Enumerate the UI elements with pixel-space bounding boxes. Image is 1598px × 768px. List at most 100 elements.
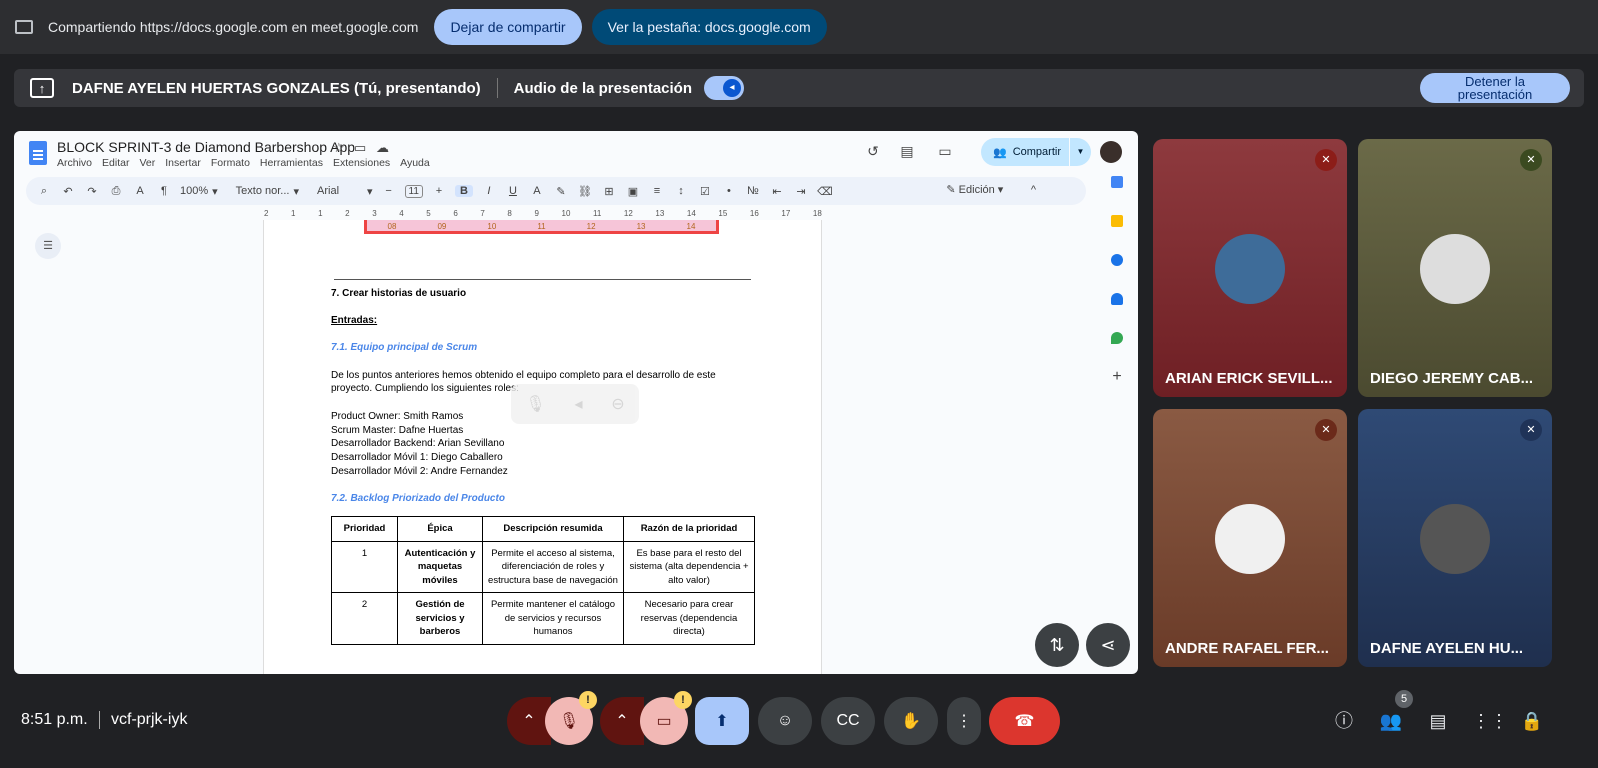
increase-indent-icon[interactable]: ⇥ (793, 185, 809, 198)
menu-file[interactable]: Archivo (57, 157, 92, 169)
ruler-tick: 7 (480, 209, 485, 218)
minus-circle-icon[interactable]: ⊖ (611, 394, 624, 414)
document-title[interactable]: BLOCK SPRINT-3 de Diamond Barbershop App (57, 139, 355, 155)
print-icon[interactable]: ⎙ (108, 185, 124, 198)
bullet-list-icon[interactable]: • (721, 185, 737, 197)
menu-format[interactable]: Formato (211, 157, 250, 169)
search-icon[interactable]: ⌕ (36, 185, 52, 198)
role-line: Desarrollador Backend: Arian Sevillano (331, 438, 505, 449)
section-heading: 7. Crear historias de usuario (331, 288, 467, 299)
folder-icon[interactable]: ▭ (354, 140, 366, 156)
captions-icon: CC (836, 712, 860, 729)
link-icon[interactable]: ⛓ (577, 185, 593, 198)
docs-share-button[interactable]: 👥 Compartir ▼ (981, 138, 1091, 166)
italic-icon[interactable]: I (481, 185, 497, 197)
spellcheck-icon[interactable]: A (132, 185, 148, 197)
chat-icon[interactable]: ▤ (1425, 708, 1451, 734)
highlight-icon[interactable]: ✎ (553, 185, 569, 198)
font-select[interactable]: Arial ▾ (317, 185, 373, 198)
mic-off-icon[interactable]: 🎙 (525, 394, 545, 414)
chevron-down-icon[interactable]: ▼ (1069, 138, 1091, 166)
zoom-select[interactable]: 100% ▾ (180, 185, 218, 198)
comment-icon[interactable]: ⊞ (601, 185, 617, 198)
swap-tab-icon[interactable]: ⇅ (1035, 623, 1079, 667)
redo-icon[interactable]: ↷ (84, 185, 100, 198)
history-icon[interactable]: ↺ (864, 142, 882, 160)
clear-format-icon[interactable]: ⌫ (817, 185, 833, 198)
star-icon[interactable]: ☆ (333, 140, 345, 156)
avatar (1215, 234, 1285, 304)
checklist-icon[interactable]: ☑ (697, 185, 713, 198)
outline-toggle-icon[interactable]: ☰ (35, 233, 61, 259)
menu-insert[interactable]: Insertar (165, 157, 201, 169)
undo-icon[interactable]: ↶ (60, 185, 76, 198)
ruler-tick: 14 (686, 209, 696, 218)
decrease-size-icon[interactable]: − (381, 185, 397, 197)
stop-sharing-button[interactable]: Dejar de compartir (434, 9, 582, 45)
cloud-icon[interactable]: ☁ (376, 140, 389, 156)
info-icon[interactable]: ⓘ (1331, 708, 1357, 734)
ruler-tick: 13 (655, 209, 665, 218)
document-page[interactable]: 08 09 10 11 12 13 14 7. Crear historias … (263, 220, 822, 674)
avatar (1420, 504, 1490, 574)
participant-name: ANDRE RAFAEL FER... (1165, 640, 1329, 657)
comments-icon[interactable]: ▤ (898, 142, 916, 160)
leave-call-button[interactable]: ☎ (989, 697, 1060, 745)
underline-icon[interactable]: U (505, 185, 521, 197)
contacts-icon[interactable] (1111, 293, 1123, 305)
raise-hand-button[interactable]: ✋ (884, 697, 938, 745)
keep-icon[interactable] (1111, 215, 1123, 227)
present-icon: ↑ (30, 78, 54, 98)
style-select[interactable]: Texto nor... ▾ (236, 185, 299, 198)
view-tab-button[interactable]: Ver la pestaña: docs.google.com (591, 9, 827, 45)
font-size-input[interactable]: 11 (404, 184, 423, 198)
calendar-icon[interactable] (1111, 176, 1123, 188)
ruler-tick: 18 (812, 209, 822, 218)
menu-help[interactable]: Ayuda (400, 157, 430, 169)
speaker-icon[interactable]: ◂ (574, 394, 582, 414)
line-spacing-icon[interactable]: ↕ (673, 185, 689, 197)
maps-icon[interactable] (1111, 332, 1123, 344)
editing-mode-select[interactable]: ✎ Edición ▾ ^ (946, 183, 1036, 196)
ruler[interactable]: 2 1 1 2 3 4 5 6 7 8 9 10 11 12 13 14 15 … (264, 209, 822, 219)
activities-icon[interactable]: ⋮⋮ (1472, 708, 1508, 734)
menu-view[interactable]: Ver (139, 157, 155, 169)
people-icon[interactable]: 👥 (1378, 708, 1404, 734)
numbered-list-icon[interactable]: № (745, 185, 761, 197)
image-icon[interactable]: ▣ (625, 185, 641, 198)
table-cell: Necesario para crear reservas (dependenc… (623, 592, 755, 645)
more-options-button[interactable]: ⋮ (947, 697, 981, 745)
participant-tile[interactable]: ✕ DAFNE AYELEN HU... (1358, 409, 1552, 667)
increase-size-icon[interactable]: + (431, 185, 447, 197)
menu-edit[interactable]: Editar (102, 157, 129, 169)
table-header: Descripción resumida (482, 516, 624, 542)
menu-tools[interactable]: Herramientas (260, 157, 323, 169)
video-options-button[interactable]: ⌃ (600, 697, 644, 745)
participant-tile[interactable]: ✕ ANDRE RAFAEL FER... (1153, 409, 1347, 667)
stop-presenting-button[interactable]: Detener la presentación (1420, 73, 1570, 103)
ruler-tick: 3 (372, 209, 377, 218)
audio-toggle[interactable]: ◂ (704, 76, 745, 100)
paint-format-icon[interactable]: ¶ (156, 185, 172, 197)
add-addon-icon[interactable]: + (1111, 369, 1123, 385)
captions-button[interactable]: CC (821, 697, 875, 745)
decrease-indent-icon[interactable]: ⇤ (769, 185, 785, 198)
bold-icon[interactable]: B (454, 185, 473, 197)
participant-tile[interactable]: ✕ DIEGO JEREMY CAB... (1358, 139, 1552, 397)
present-button[interactable]: ⬆ (695, 697, 749, 745)
mic-toggle-button[interactable]: 🎙! (545, 691, 597, 745)
ruler-tick: 1 (318, 209, 323, 218)
host-controls-icon[interactable]: 🔒 (1519, 708, 1545, 734)
text-color-icon[interactable]: A (529, 185, 545, 197)
role-line: Scrum Master: Dafne Huertas (331, 425, 464, 436)
reactions-button[interactable]: ☺ (758, 697, 812, 745)
camera-toggle-button[interactable]: ▭! (640, 691, 692, 745)
share-icon[interactable]: ⋖ (1086, 623, 1130, 667)
participant-tile[interactable]: ✕ ARIAN ERICK SEVILL... (1153, 139, 1347, 397)
audio-label: Audio de la presentación (513, 79, 693, 97)
tasks-icon[interactable] (1111, 254, 1123, 266)
align-icon[interactable]: ≡ (649, 185, 665, 197)
meet-camera-icon[interactable]: ▭ (936, 142, 954, 160)
menu-extensions[interactable]: Extensiones (333, 157, 390, 169)
avatar[interactable] (1100, 141, 1122, 163)
